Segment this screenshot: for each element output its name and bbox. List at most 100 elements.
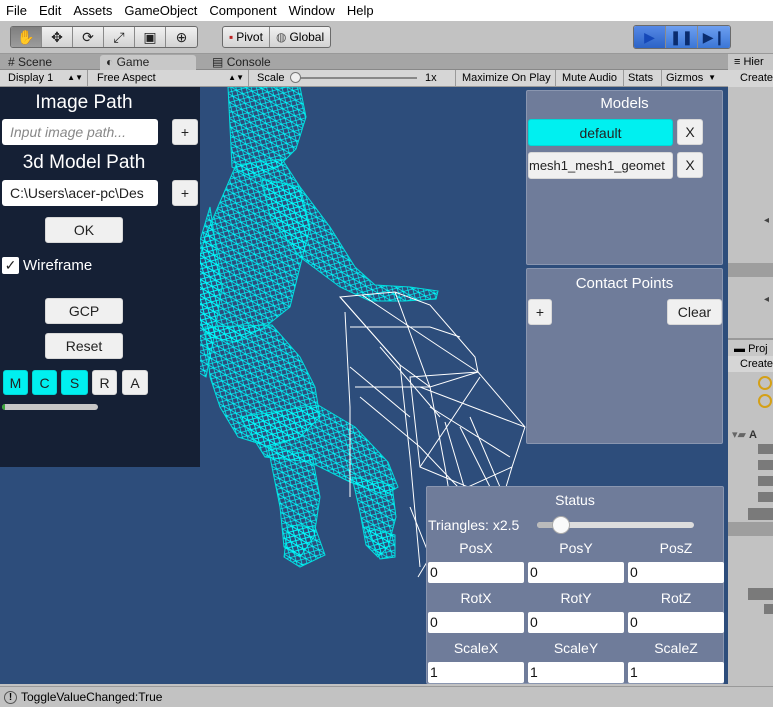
hierarchy-selected-row[interactable] xyxy=(728,263,773,277)
assets-folder[interactable]: ▾▰ A xyxy=(732,428,757,441)
game-view[interactable]: Image Path Input image path... + 3d Mode… xyxy=(0,87,728,684)
menu-window[interactable]: Window xyxy=(283,0,341,21)
expand-arrow-icon[interactable]: ◂ xyxy=(764,215,769,226)
display-dropdown[interactable]: Display 1 ▲▼ xyxy=(4,70,88,86)
models-panel: Models default X mesh1_mesh1_geomet X xyxy=(526,90,723,265)
triangles-slider-track[interactable] xyxy=(537,516,694,534)
wireframe-label: Wireframe xyxy=(23,257,93,274)
scaley-input[interactable]: 1 xyxy=(528,662,624,683)
maximize-on-play-toggle[interactable]: Maximize On Play xyxy=(458,70,556,86)
ok-button[interactable]: OK xyxy=(45,217,123,243)
tab-hierarchy[interactable]: ≡ Hier xyxy=(728,54,773,70)
contact-points-panel: Contact Points + Clear xyxy=(526,268,723,444)
chevron-down-icon: ▼ xyxy=(708,73,716,82)
expand-arrow-icon[interactable]: ◂ xyxy=(764,294,769,305)
transform-icon[interactable]: ⊕ xyxy=(166,27,197,47)
folder-icon: ▬ xyxy=(734,343,745,355)
add-image-button[interactable]: + xyxy=(172,119,198,145)
roty-input[interactable]: 0 xyxy=(528,612,624,633)
folder-icon[interactable] xyxy=(758,476,773,486)
posy-label: PosY xyxy=(559,540,593,556)
reset-button[interactable]: Reset xyxy=(45,333,123,359)
global-label: Global xyxy=(289,30,325,44)
folder-icon[interactable] xyxy=(758,460,773,470)
tab-console[interactable]: ▤ Console xyxy=(206,55,301,70)
image-path-input[interactable]: Input image path... xyxy=(2,119,158,145)
maximize-label: Maximize On Play xyxy=(462,72,551,84)
hand-icon[interactable]: ✋ xyxy=(11,27,42,47)
triangles-label: Triangles: x2.5 xyxy=(428,517,520,533)
menu-assets[interactable]: Assets xyxy=(67,0,118,21)
rect-icon[interactable]: ▣ xyxy=(135,27,166,47)
aspect-dropdown[interactable]: Free Aspect ▲▼ xyxy=(93,70,249,86)
scalez-input[interactable]: 1 xyxy=(628,662,724,683)
stats-toggle[interactable]: Stats xyxy=(624,70,662,86)
rotx-input[interactable]: 0 xyxy=(428,612,524,633)
menu-component[interactable]: Component xyxy=(203,0,282,21)
folder-icon[interactable] xyxy=(764,604,773,614)
rotz-input[interactable]: 0 xyxy=(628,612,724,633)
scalez-label: ScaleZ xyxy=(654,640,698,656)
posy-input[interactable]: 0 xyxy=(528,562,624,583)
move-icon[interactable]: ✥ xyxy=(42,27,73,47)
scale-slider-thumb[interactable] xyxy=(290,72,301,83)
mute-audio-toggle[interactable]: Mute Audio xyxy=(558,70,624,86)
hierarchy-create-button[interactable]: Create xyxy=(728,70,773,87)
pause-icon[interactable]: ❚❚ xyxy=(666,26,698,48)
game-control-bar: Display 1 ▲▼ Free Aspect ▲▼ Scale 1x Maxim… xyxy=(0,70,728,87)
mode-a-button[interactable]: A xyxy=(122,370,148,395)
model-item-default[interactable]: default xyxy=(528,119,673,146)
scale-slider-track[interactable] xyxy=(293,77,417,79)
hierarchy-create-label: Create xyxy=(740,72,773,84)
gizmos-dropdown[interactable]: Gizmos ▼ xyxy=(662,70,720,86)
menu-file[interactable]: File xyxy=(0,0,33,21)
folder-icon[interactable] xyxy=(748,508,773,520)
gcp-button[interactable]: GCP xyxy=(45,298,123,324)
wireframe-checkbox[interactable]: ✓ xyxy=(2,257,19,274)
remove-model-button[interactable]: X xyxy=(677,152,703,178)
step-icon[interactable]: ▶❙ xyxy=(698,26,730,48)
model-path-input[interactable]: C:\Users\acer-pc\Des xyxy=(2,180,158,206)
posx-input[interactable]: 0 xyxy=(428,562,524,583)
console-status-bar[interactable]: ! ToggleValueChanged:True xyxy=(0,686,773,707)
triangles-slider-thumb[interactable] xyxy=(551,516,570,534)
mode-m-button[interactable]: M xyxy=(3,370,28,395)
project-selected-row[interactable] xyxy=(728,522,773,536)
info-icon: ! xyxy=(4,690,17,704)
pivot-button[interactable]: ▪ Pivot xyxy=(223,27,270,47)
scalex-input[interactable]: 1 xyxy=(428,662,524,683)
add-model-button[interactable]: + xyxy=(172,180,198,206)
project-tab-label: Proj xyxy=(748,343,768,355)
scalex-label: ScaleX xyxy=(453,640,499,656)
tab-game[interactable]: ◐ Game xyxy=(100,55,196,70)
menu-edit[interactable]: Edit xyxy=(33,0,67,21)
rotx-label: RotX xyxy=(460,590,492,606)
model-item-mesh1[interactable]: mesh1_mesh1_geomet xyxy=(528,152,673,179)
project-create-label: Create xyxy=(740,358,773,370)
status-title: Status xyxy=(555,492,595,508)
mode-r-button[interactable]: R xyxy=(92,370,117,395)
tab-scene[interactable]: # Scene xyxy=(2,55,97,70)
add-contact-point-button[interactable]: + xyxy=(528,299,552,325)
play-icon[interactable]: ▶ xyxy=(634,26,666,48)
remove-model-button[interactable]: X xyxy=(677,119,703,145)
folder-icon[interactable] xyxy=(758,444,773,454)
aspect-label: Free Aspect xyxy=(97,72,156,84)
tab-project[interactable]: ▬ Proj xyxy=(728,338,773,356)
posz-input[interactable]: 0 xyxy=(628,562,724,583)
search-icon[interactable] xyxy=(758,376,772,390)
global-button[interactable]: ◍ Global xyxy=(270,27,330,47)
project-create-button[interactable]: Create xyxy=(728,356,773,372)
mode-s-button[interactable]: S xyxy=(61,370,88,395)
menu-help[interactable]: Help xyxy=(341,0,380,21)
menu-gameobject[interactable]: GameObject xyxy=(118,0,203,21)
clear-contact-points-button[interactable]: Clear xyxy=(667,299,722,325)
hierarchy-tab-label: Hier xyxy=(743,56,764,68)
rotate-icon[interactable]: ⟳ xyxy=(73,27,104,47)
scale-icon[interactable]: ⤢ xyxy=(104,27,135,47)
folder-icon[interactable] xyxy=(748,588,773,600)
mode-c-button[interactable]: C xyxy=(32,370,57,395)
folder-icon[interactable] xyxy=(758,492,773,502)
globe-icon: ◍ xyxy=(275,30,287,44)
search-icon[interactable] xyxy=(758,394,772,408)
